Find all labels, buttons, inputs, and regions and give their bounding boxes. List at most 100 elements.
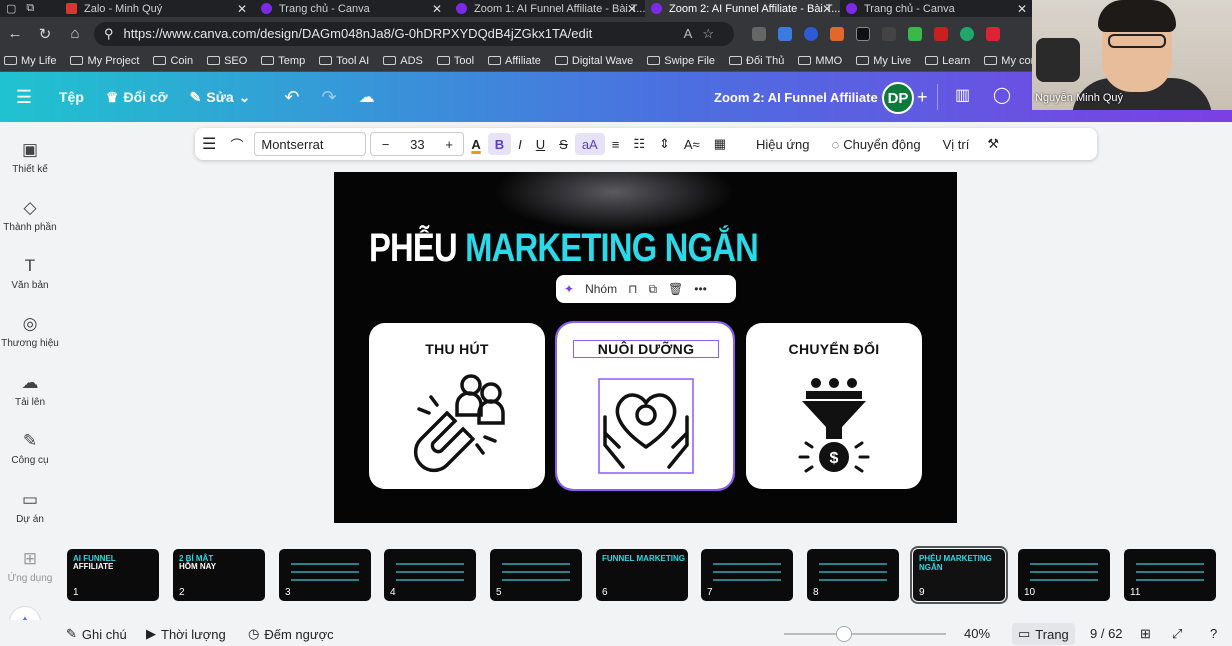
edit-menu[interactable]: ✎ Sửa ⌄ — [179, 89, 262, 106]
bookmark-item[interactable]: Swipe File — [647, 55, 715, 67]
bookmark-item[interactable]: SEO — [207, 55, 247, 67]
zoom-slider-knob[interactable] — [836, 626, 852, 642]
add-collaborator-icon[interactable]: + — [917, 87, 928, 108]
page-thumbnail[interactable]: AI FUNNEL AFFILIATE 1 — [67, 549, 159, 601]
font-family-dropdown[interactable]: Montserrat — [254, 132, 367, 156]
extension-icon[interactable] — [804, 26, 818, 41]
notes-button[interactable]: ✎ Ghi chú — [66, 626, 127, 642]
decrease-size-button[interactable]: − — [382, 137, 390, 152]
tab-actions-icon[interactable]: ⧉ — [26, 2, 34, 15]
browser-tab[interactable]: Zalo - Minh Quý ✕ — [60, 0, 255, 17]
zoom-value[interactable]: 40% — [964, 626, 990, 641]
workspaces-icon[interactable]: ▢ — [6, 2, 16, 15]
bookmark-item[interactable]: Affiliate — [488, 55, 541, 67]
page-thumbnail[interactable]: 7 — [701, 549, 793, 601]
extension-icon[interactable] — [830, 26, 844, 41]
browser-tab[interactable]: Trang chủ - Canva ✕ — [255, 0, 450, 17]
avatar[interactable]: DP — [882, 82, 914, 114]
hamburger-menu-icon[interactable]: ☰ — [0, 87, 48, 108]
delete-icon[interactable]: 🗑 — [668, 282, 683, 296]
timer-button[interactable]: ◷ Đếm ngược — [248, 626, 334, 642]
card-nurture[interactable]: NUÔI DƯỠNG — [555, 321, 735, 491]
page-thumbnail[interactable]: 2 BÍ MẬT HÔM NAY 2 — [173, 549, 265, 601]
extension-icon[interactable] — [882, 26, 896, 41]
extension-icon[interactable] — [934, 26, 948, 41]
sidebar-item-apps[interactable]: ⊞ Ứng dụng — [0, 549, 60, 584]
magic-edit-icon[interactable]: ✦ — [564, 282, 574, 296]
resize-button[interactable]: ♛ Đổi cỡ — [95, 89, 179, 106]
sidebar-item-text[interactable]: T Văn bản — [0, 256, 60, 291]
home-icon[interactable]: ⌂ — [60, 25, 90, 42]
effects-button[interactable]: Hiệu ứng — [749, 137, 817, 152]
site-info-icon[interactable]: ⚲ — [104, 26, 114, 42]
design-title[interactable]: Zoom 2: AI Funnel Affiliate — [714, 90, 878, 105]
page-thumbnail[interactable]: 8 — [807, 549, 899, 601]
bookmark-item[interactable]: Temp — [261, 55, 305, 67]
back-icon[interactable]: ← — [0, 25, 30, 42]
extension-icon[interactable] — [856, 26, 870, 41]
close-tab-icon[interactable]: ✕ — [1017, 2, 1027, 16]
browser-tab[interactable]: Zoom 1: AI Funnel Affiliate - Bài T... ✕ — [450, 0, 645, 17]
grid-view-icon[interactable]: ⊞ — [1140, 626, 1151, 642]
page-thumbnail[interactable]: 10 — [1018, 549, 1110, 601]
close-tab-icon[interactable]: ✕ — [237, 2, 247, 16]
text-effects-icon[interactable]: A≈ — [677, 137, 707, 152]
pages-button[interactable]: ▭ Trang — [1012, 623, 1075, 645]
fullscreen-icon[interactable]: ⤢ — [1172, 626, 1182, 642]
cloud-sync-icon[interactable]: ☁ — [348, 87, 386, 107]
bookmark-item[interactable]: Tool — [436, 55, 474, 67]
url-field[interactable]: ⚲ https://www.canva.com/design/DAGm048nJ… — [94, 21, 734, 46]
spacing-icon[interactable]: ⇕ — [652, 136, 677, 152]
sidebar-item-elements[interactable]: ◇ Thành phần — [0, 198, 60, 233]
browser-tab[interactable]: Trang chủ - Canva ✕ — [840, 0, 1035, 17]
increase-size-button[interactable]: + — [445, 137, 453, 152]
align-center-icon[interactable]: ≡ — [605, 137, 627, 152]
bookmark-item[interactable]: MMO — [798, 55, 842, 67]
close-tab-icon[interactable]: ✕ — [822, 2, 832, 16]
bookmark-item[interactable]: Learn — [925, 55, 970, 67]
duplicate-icon[interactable]: ⧉ — [648, 282, 657, 297]
page-thumbnail[interactable]: 11 — [1124, 549, 1216, 601]
page-thumbnail[interactable]: FUNNEL MARKETING 6 — [596, 549, 688, 601]
copy-style-icon[interactable]: ⚒ — [980, 136, 1006, 152]
card-title-box[interactable]: NUÔI DƯỠNG — [573, 340, 719, 358]
page-thumbnail[interactable]: PHỄU MARKETING NGẮN 9 — [910, 546, 1008, 604]
reload-icon[interactable]: ↻ — [30, 25, 60, 43]
page-thumbnail[interactable]: 5 — [490, 549, 582, 601]
extension-icon[interactable] — [778, 26, 792, 41]
slide-title[interactable]: PHỄU MARKETING NGẮN — [369, 226, 759, 271]
close-tab-icon[interactable]: ✕ — [432, 2, 442, 16]
close-tab-icon[interactable]: ✕ — [627, 2, 637, 16]
underline-icon[interactable]: U — [529, 137, 552, 152]
browser-tab-active[interactable]: Zoom 2: AI Funnel Affiliate - Bài T... ✕ — [645, 0, 840, 17]
extension-icon[interactable] — [960, 26, 974, 41]
undo-icon[interactable]: ↶ — [273, 87, 310, 108]
bookmark-item[interactable]: Digital Wave — [554, 55, 633, 67]
list-icon[interactable]: ☷ — [626, 136, 652, 152]
card-attract[interactable]: THU HÚT — [369, 323, 545, 489]
zoom-slider[interactable] — [784, 626, 946, 642]
extension-icon[interactable] — [908, 26, 922, 41]
more-options-icon[interactable]: ••• — [694, 282, 707, 296]
file-menu[interactable]: Tệp — [48, 89, 95, 105]
slide-canvas[interactable]: PHỄU MARKETING NGẮN THU HÚT NUÔI DƯỠNG C… — [334, 172, 957, 523]
bookmark-item[interactable]: My Life — [4, 55, 56, 67]
letter-case-icon[interactable]: aA — [574, 133, 605, 155]
bookmark-item[interactable]: My Live — [856, 55, 911, 67]
redo-icon[interactable]: ↷ — [310, 87, 347, 108]
animate-button[interactable]: ◌ Chuyển động — [825, 137, 928, 152]
sidebar-item-tools[interactable]: ✎ Công cụ — [0, 431, 60, 466]
transparency-icon[interactable]: ▦ — [707, 136, 733, 152]
bookmark-item[interactable]: My Project — [70, 55, 139, 67]
font-size-value[interactable]: 33 — [410, 137, 424, 152]
group-button[interactable]: Nhóm — [585, 282, 617, 296]
bold-icon[interactable]: B — [487, 133, 512, 155]
text-color-icon[interactable]: A — [464, 137, 487, 152]
position-button[interactable]: Vị trí — [936, 137, 977, 152]
menu-lines-icon[interactable]: ☰ — [195, 134, 223, 154]
extension-icon[interactable] — [986, 26, 1000, 41]
page-thumbnail[interactable]: 4 — [384, 549, 476, 601]
sidebar-item-brand[interactable]: ◎ Thương hiệu — [0, 314, 60, 349]
sidebar-item-uploads[interactable]: ☁ Tải lên — [0, 373, 60, 408]
bookmark-item[interactable]: Coin — [153, 55, 193, 67]
